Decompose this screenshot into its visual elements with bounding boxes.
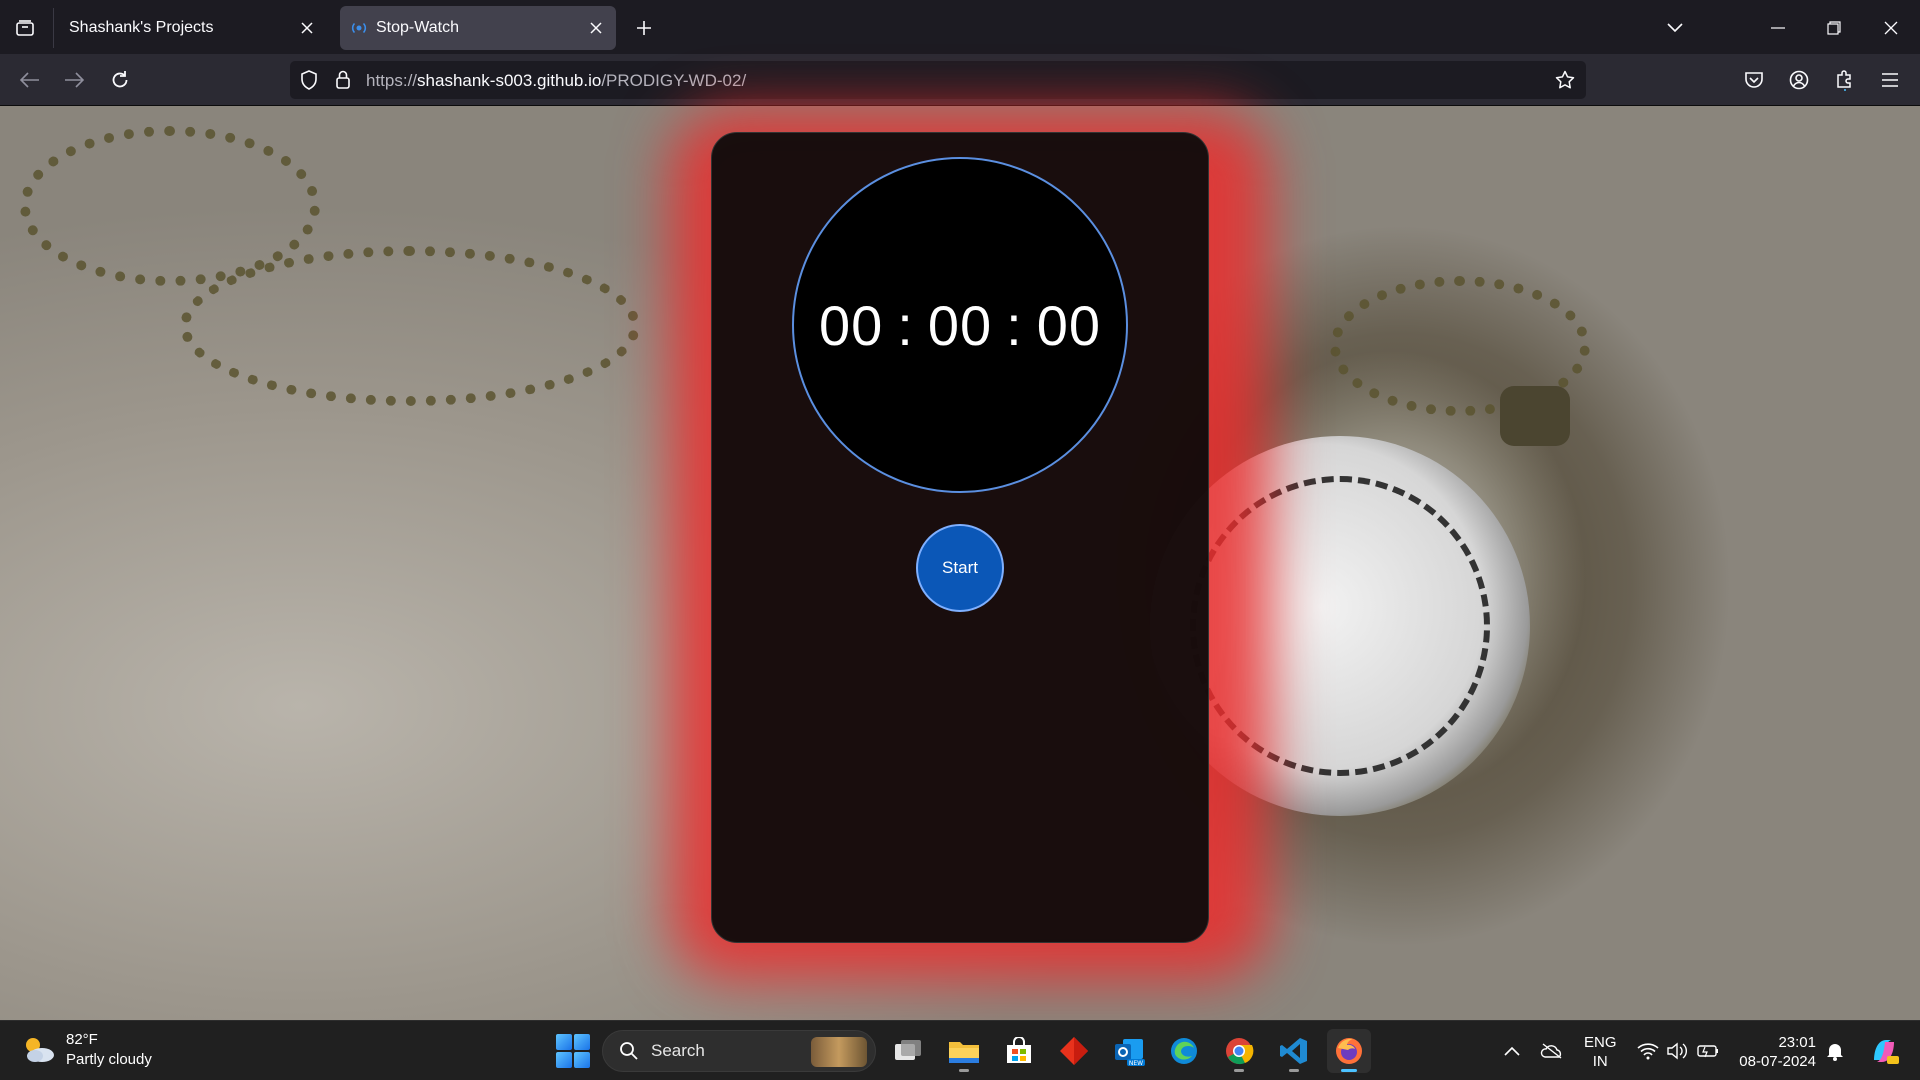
language-indicator[interactable]: ENG IN xyxy=(1584,1033,1617,1071)
windows-start-icon[interactable] xyxy=(556,1034,590,1068)
watch-crown-decoration xyxy=(1500,386,1570,446)
time-separator: : xyxy=(897,293,914,357)
taskbar-search[interactable]: Search xyxy=(602,1030,876,1072)
system-clock[interactable]: 23:01 08-07-2024 xyxy=(1730,1033,1816,1071)
outlook-new-icon[interactable]: NEW xyxy=(1107,1029,1151,1073)
back-arrow-icon[interactable] xyxy=(12,62,48,98)
lock-icon[interactable] xyxy=(330,67,356,93)
hamburger-menu-icon[interactable] xyxy=(1872,62,1908,98)
new-tab-icon[interactable] xyxy=(628,12,660,44)
active-window-indicator xyxy=(1341,1069,1357,1072)
tab-shashanks-projects[interactable]: Shashank's Projects xyxy=(57,6,327,50)
running-indicator xyxy=(1289,1069,1299,1072)
chevron-up-icon[interactable] xyxy=(1500,1039,1524,1063)
reload-icon[interactable] xyxy=(102,62,138,98)
file-explorer-icon[interactable] xyxy=(942,1029,986,1073)
running-indicator xyxy=(959,1069,969,1072)
region-code: IN xyxy=(1592,1053,1608,1070)
minutes-value: 00 xyxy=(927,293,993,357)
search-label: Search xyxy=(651,1041,705,1060)
volume-icon[interactable] xyxy=(1665,1039,1689,1063)
forward-arrow-icon[interactable] xyxy=(56,62,92,98)
minimize-icon[interactable] xyxy=(1758,8,1798,48)
bookmark-star-icon[interactable] xyxy=(1552,67,1578,93)
url-path: /PRODIGY-WD-02/ xyxy=(601,71,747,90)
notification-bell-icon[interactable] xyxy=(1823,1039,1847,1063)
partly-cloudy-icon xyxy=(20,1032,56,1068)
tab-strip: Shashank's Projects Stop-Watch xyxy=(0,0,1920,54)
tab-divider xyxy=(53,8,54,48)
shield-icon[interactable] xyxy=(296,67,322,93)
chevron-down-icon[interactable] xyxy=(1655,8,1695,48)
tab-stop-watch[interactable]: Stop-Watch xyxy=(340,6,616,50)
weather-temperature: 82°F xyxy=(66,1031,98,1048)
close-icon[interactable] xyxy=(582,14,610,42)
tab-title: Shashank's Projects xyxy=(69,19,214,36)
weather-description: Partly cloudy xyxy=(66,1051,152,1068)
navigation-bar: https://shashank-s003.github.io/PRODIGY-… xyxy=(0,54,1920,106)
wifi-icon[interactable] xyxy=(1636,1039,1660,1063)
url-text[interactable]: https://shashank-s003.github.io/PRODIGY-… xyxy=(366,71,746,91)
chrome-icon[interactable] xyxy=(1217,1029,1261,1073)
time-readout: 00:00:00 xyxy=(819,293,1101,358)
language-code: ENG xyxy=(1584,1034,1617,1051)
restore-icon[interactable] xyxy=(1814,8,1854,48)
taskbar: 82°F Partly cloudy Search NEW ENG IN 23:… xyxy=(0,1020,1920,1080)
close-icon[interactable] xyxy=(293,14,321,42)
microsoft-store-icon[interactable] xyxy=(997,1029,1041,1073)
start-button[interactable]: Start xyxy=(916,524,1004,612)
tab-title: Stop-Watch xyxy=(376,19,459,36)
task-view-icon[interactable] xyxy=(886,1029,930,1073)
vscode-icon[interactable] xyxy=(1272,1029,1316,1073)
search-icon xyxy=(617,1039,641,1063)
firefox-icon[interactable] xyxy=(1327,1029,1371,1073)
copilot-icon[interactable] xyxy=(1868,1035,1900,1067)
red-diamond-app-icon[interactable] xyxy=(1052,1029,1096,1073)
onedrive-offline-icon[interactable] xyxy=(1540,1039,1564,1063)
weather-widget[interactable]: 82°F Partly cloudy xyxy=(20,1030,152,1070)
close-window-icon[interactable] xyxy=(1871,8,1911,48)
clock-time: 23:01 xyxy=(1778,1034,1816,1051)
broadcast-icon xyxy=(350,19,368,37)
tab-list-icon[interactable] xyxy=(8,11,42,45)
account-icon[interactable] xyxy=(1781,62,1817,98)
search-highlight-image xyxy=(811,1037,867,1067)
url-bar[interactable]: https://shashank-s003.github.io/PRODIGY-… xyxy=(290,61,1586,99)
svg-text:NEW: NEW xyxy=(1129,1060,1143,1066)
chain-decoration xyxy=(180,246,640,406)
seconds-value: 00 xyxy=(1036,293,1101,357)
extensions-icon[interactable] xyxy=(1827,62,1863,98)
pocket-icon[interactable] xyxy=(1736,62,1772,98)
url-scheme: https:// xyxy=(366,71,418,90)
time-separator: : xyxy=(1006,293,1023,357)
clock-date: 08-07-2024 xyxy=(1739,1053,1816,1070)
url-host: shashank-s003.github.io xyxy=(417,71,602,90)
running-indicator xyxy=(1234,1069,1244,1072)
hours-value: 00 xyxy=(818,293,884,357)
stopwatch-display: 00:00:00 xyxy=(792,157,1128,493)
battery-icon[interactable] xyxy=(1696,1039,1720,1063)
edge-icon[interactable] xyxy=(1162,1029,1206,1073)
